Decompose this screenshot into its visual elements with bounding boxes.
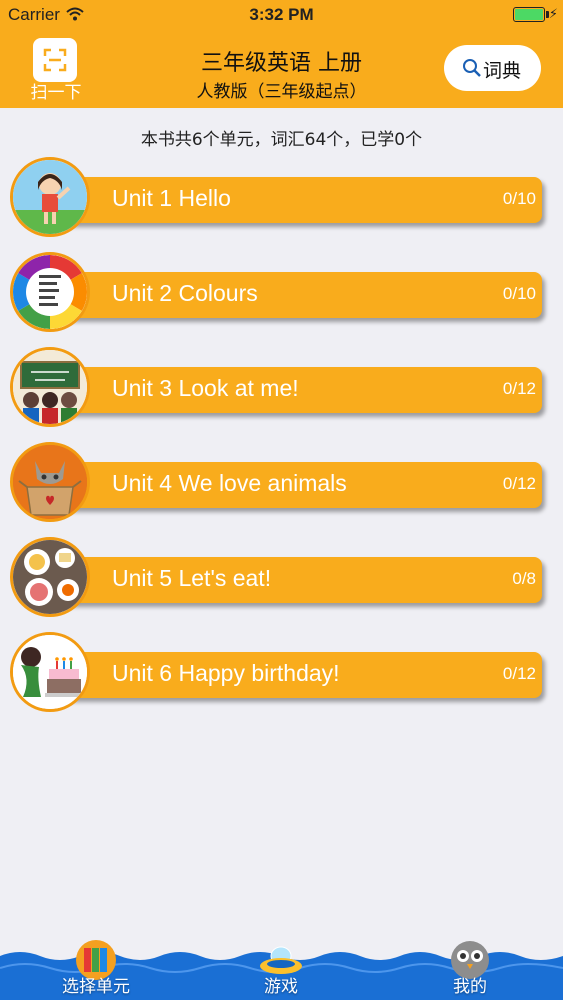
unit-item-5[interactable]: Unit 5 Let's eat! 0/8 bbox=[10, 537, 544, 619]
unit-item-2[interactable]: Unit 2 Colours 0/10 bbox=[10, 252, 544, 334]
unit-progress: 0/12 bbox=[502, 664, 536, 683]
unit-thumbnail bbox=[10, 252, 90, 332]
unit-item-1[interactable]: Unit 1 Hello 0/10 bbox=[10, 157, 544, 239]
unit-title: Unit 6 Happy birthday! bbox=[112, 660, 340, 686]
tab-label: 我的 bbox=[453, 977, 487, 997]
unit-title: Unit 2 Colours bbox=[112, 280, 258, 306]
unit-progress: 0/12 bbox=[502, 379, 536, 398]
status-bar: Carrier 3:32 PM ⚡ bbox=[0, 0, 563, 30]
unit-thumbnail bbox=[10, 632, 90, 712]
unit-item-4[interactable]: Unit 4 We love animals 0/12 bbox=[10, 442, 544, 524]
page-subtitle: 人教版（三年级起点） bbox=[196, 82, 367, 102]
unit-title: Unit 3 Look at me! bbox=[112, 375, 299, 401]
unit-title: Unit 1 Hello bbox=[112, 185, 231, 211]
header: Carrier 3:32 PM ⚡ 扫一下 三年级英语 上册 人教版（三年级起点… bbox=[0, 0, 563, 108]
dictionary-button[interactable]: 词典 bbox=[444, 45, 541, 91]
scan-icon bbox=[43, 48, 67, 72]
page-title: 三年级英语 上册 bbox=[201, 51, 362, 76]
book-summary: 本书共6个单元，词汇64个，已学0个 bbox=[140, 130, 423, 150]
tab-label: 游戏 bbox=[264, 977, 298, 997]
dictionary-label: 词典 bbox=[483, 60, 522, 82]
unit-thumbnail bbox=[10, 157, 90, 237]
unit-item-3[interactable]: Unit 3 Look at me! 0/12 bbox=[10, 347, 544, 429]
girl-waving-icon bbox=[13, 160, 87, 234]
classroom-icon bbox=[13, 350, 87, 424]
unit-thumbnail bbox=[10, 442, 90, 522]
food-table-icon bbox=[13, 540, 87, 614]
tab-bar: 选择单元 游戏 我的 bbox=[0, 940, 563, 1000]
unit-thumbnail bbox=[10, 347, 90, 427]
color-wheel-icon bbox=[13, 255, 87, 329]
search-icon bbox=[463, 59, 481, 77]
tab-games[interactable]: 游戏 bbox=[246, 946, 316, 1000]
unit-thumbnail bbox=[10, 537, 90, 617]
unit-title: Unit 5 Let's eat! bbox=[112, 565, 272, 591]
clock: 3:32 PM bbox=[249, 5, 314, 24]
unit-title: Unit 4 We love animals bbox=[112, 470, 347, 496]
charging-icon: ⚡ bbox=[548, 6, 558, 21]
unit-progress: 0/10 bbox=[502, 284, 536, 303]
scan-label: 扫一下 bbox=[30, 83, 82, 103]
unit-progress: 0/8 bbox=[512, 569, 536, 588]
tab-label: 选择单元 bbox=[62, 977, 130, 997]
unit-progress: 0/10 bbox=[502, 189, 536, 208]
birthday-cake-icon bbox=[13, 635, 87, 709]
tab-mine[interactable]: 我的 bbox=[435, 941, 505, 1000]
cat-in-box-icon bbox=[13, 445, 87, 519]
scan-button[interactable]: 扫一下 bbox=[30, 36, 82, 103]
tab-select-unit[interactable]: 选择单元 bbox=[50, 940, 142, 1000]
unit-item-6[interactable]: Unit 6 Happy birthday! 0/12 bbox=[10, 632, 544, 714]
unit-progress: 0/12 bbox=[502, 474, 536, 493]
battery-icon bbox=[513, 7, 545, 22]
